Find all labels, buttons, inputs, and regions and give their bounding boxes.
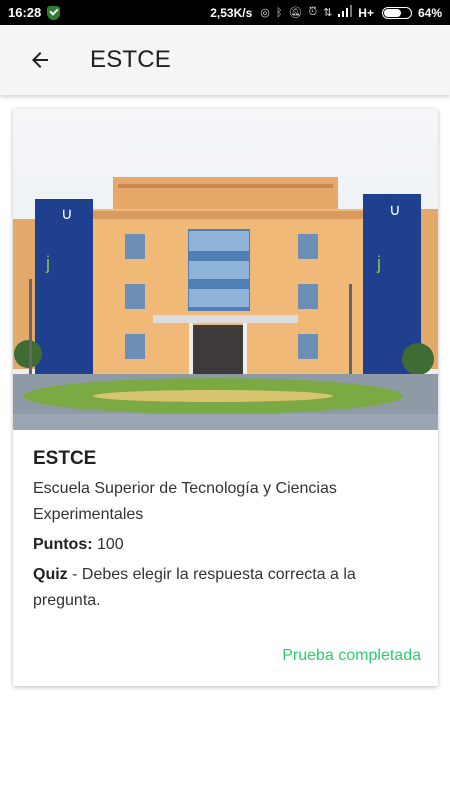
svg-text:∪: ∪: [61, 206, 73, 223]
alarm-icon: ⏰︎: [308, 6, 318, 18]
battery-icon: [381, 6, 412, 19]
network-speed: 2,53K/s: [210, 5, 253, 20]
cast-icon: ◎: [260, 7, 270, 19]
network-type: H+: [358, 5, 374, 20]
app-bar: ESTCE: [0, 25, 450, 95]
svg-text:j: j: [376, 253, 381, 273]
place-title: ESTCE: [33, 448, 97, 469]
points-row: Puntos: 100: [33, 532, 418, 558]
status-bar-right: 2,53K/s ◎ ᛒ 🔕︎ ⏰︎ ⇅ H+ 64%: [210, 5, 442, 20]
card-body: ESTCE Escuela Superior de Tecnología y C…: [13, 430, 438, 614]
status-bar: 16:28 2,53K/s ◎ ᛒ 🔕︎ ⏰︎ ⇅ H+ 64%: [0, 0, 450, 25]
challenge-type-label: Quiz: [33, 566, 68, 583]
page-title: ESTCE: [90, 46, 172, 73]
mute-bell-icon: 🔕︎: [288, 7, 303, 19]
signal-icon: [338, 5, 353, 20]
place-description: Escuela Superior de Tecnología y Ciencia…: [33, 480, 337, 523]
status-bar-left: 16:28: [8, 5, 61, 20]
back-button[interactable]: [10, 25, 70, 95]
data-transfer-icon: ⇅: [323, 7, 333, 19]
battery-percent: 64%: [417, 5, 442, 20]
svg-text:j: j: [45, 253, 50, 273]
challenge-card[interactable]: ∪ j ∪ j ESTCE Escuela Superior de Tecnol…: [13, 109, 438, 686]
svg-text:∪: ∪: [389, 202, 401, 219]
shield-icon: [47, 5, 61, 20]
points-value: 100: [92, 536, 124, 553]
points-label: Puntos:: [33, 536, 93, 553]
challenge-type-description: - Debes elegir la respuesta correcta a l…: [33, 566, 356, 609]
challenge-type-row: Quiz - Debes elegir la respuesta correct…: [33, 562, 418, 614]
status-time: 16:28: [8, 5, 42, 20]
challenge-status-button[interactable]: Prueba completada: [282, 647, 421, 665]
arrow-back-icon: [32, 52, 48, 68]
bluetooth-icon: ᛒ: [275, 6, 283, 19]
building-photo: ∪ j ∪ j: [13, 109, 438, 430]
